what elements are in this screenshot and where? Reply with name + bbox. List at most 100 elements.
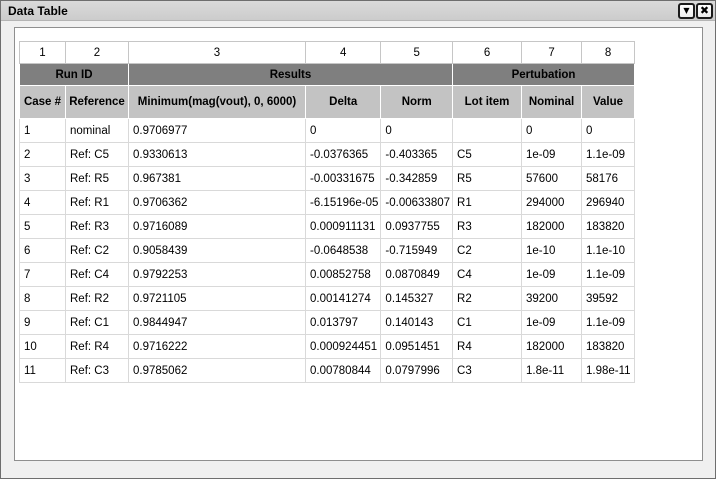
column-number-cell[interactable]: 6	[453, 42, 522, 64]
table-cell[interactable]: 11	[20, 359, 66, 383]
table-cell[interactable]: 182000	[522, 335, 582, 359]
table-cell[interactable]: Ref: R1	[66, 191, 129, 215]
table-cell[interactable]: 1e-09	[522, 143, 582, 167]
table-cell[interactable]: -0.342859	[381, 167, 453, 191]
table-cell[interactable]: R2	[453, 287, 522, 311]
table-cell[interactable]: 1e-10	[522, 239, 582, 263]
group-header-cell[interactable]: Pertubation	[453, 64, 635, 86]
table-cell[interactable]: -0.00633807	[381, 191, 453, 215]
column-number-cell[interactable]: 5	[381, 42, 453, 64]
table-cell[interactable]: 0.0797996	[381, 359, 453, 383]
table-cell[interactable]: 0.145327	[381, 287, 453, 311]
column-number-cell[interactable]: 1	[20, 42, 66, 64]
table-cell[interactable]: 1.1e-09	[582, 263, 635, 287]
table-cell[interactable]: Ref: R2	[66, 287, 129, 311]
table-cell[interactable]: 5	[20, 215, 66, 239]
table-cell[interactable]: -0.715949	[381, 239, 453, 263]
table-row[interactable]: 1nominal0.97069770000	[20, 119, 635, 143]
table-cell[interactable]: 9	[20, 311, 66, 335]
column-header-cell[interactable]: Nominal	[522, 86, 582, 119]
table-cell[interactable]: 57600	[522, 167, 582, 191]
table-cell[interactable]: 0.000924451	[306, 335, 381, 359]
table-cell[interactable]: 0.9706362	[129, 191, 306, 215]
table-cell[interactable]: 0.9785062	[129, 359, 306, 383]
table-cell[interactable]: nominal	[66, 119, 129, 143]
group-header-cell[interactable]: Run ID	[20, 64, 129, 86]
table-cell[interactable]: 1.1e-10	[582, 239, 635, 263]
table-cell[interactable]: 0.9844947	[129, 311, 306, 335]
table-cell[interactable]: Ref: C4	[66, 263, 129, 287]
table-cell[interactable]: Ref: C1	[66, 311, 129, 335]
table-cell[interactable]: -6.15196e-05	[306, 191, 381, 215]
table-cell[interactable]: 39200	[522, 287, 582, 311]
table-row[interactable]: 5Ref: R30.97160890.0009111310.0937755R31…	[20, 215, 635, 239]
table-cell[interactable]: 0.00141274	[306, 287, 381, 311]
table-cell[interactable]: 3	[20, 167, 66, 191]
table-cell[interactable]: 0.9330613	[129, 143, 306, 167]
column-number-cell[interactable]: 7	[522, 42, 582, 64]
table-cell[interactable]: 0.000911131	[306, 215, 381, 239]
table-cell[interactable]: Ref: R5	[66, 167, 129, 191]
table-cell[interactable]: 7	[20, 263, 66, 287]
table-cell[interactable]: R5	[453, 167, 522, 191]
table-row[interactable]: 4Ref: R10.9706362-6.15196e-05-0.00633807…	[20, 191, 635, 215]
table-cell[interactable]: 0.9792253	[129, 263, 306, 287]
column-number-cell[interactable]: 4	[306, 42, 381, 64]
table-cell[interactable]: 0	[306, 119, 381, 143]
column-header-cell[interactable]: Minimum(mag(vout), 0, 6000)	[129, 86, 306, 119]
table-cell[interactable]: 1.8e-11	[522, 359, 582, 383]
group-header-cell[interactable]: Results	[129, 64, 453, 86]
table-cell[interactable]: 0.9058439	[129, 239, 306, 263]
table-cell[interactable]	[453, 119, 522, 143]
table-row[interactable]: 7Ref: C40.97922530.008527580.0870849C41e…	[20, 263, 635, 287]
table-cell[interactable]: Ref: C3	[66, 359, 129, 383]
column-header-cell[interactable]: Value	[582, 86, 635, 119]
table-cell[interactable]: C4	[453, 263, 522, 287]
table-cell[interactable]: 0.9716222	[129, 335, 306, 359]
table-cell[interactable]: 0	[522, 119, 582, 143]
table-cell[interactable]: 296940	[582, 191, 635, 215]
table-cell[interactable]: -0.0376365	[306, 143, 381, 167]
table-cell[interactable]: R4	[453, 335, 522, 359]
table-cell[interactable]: -0.0648538	[306, 239, 381, 263]
table-cell[interactable]: 0.9716089	[129, 215, 306, 239]
table-cell[interactable]: 2	[20, 143, 66, 167]
table-cell[interactable]: 183820	[582, 335, 635, 359]
table-cell[interactable]: 0.0951451	[381, 335, 453, 359]
table-cell[interactable]: 0.013797	[306, 311, 381, 335]
table-cell[interactable]: R1	[453, 191, 522, 215]
table-cell[interactable]: 183820	[582, 215, 635, 239]
table-cell[interactable]: -0.403365	[381, 143, 453, 167]
column-header-cell[interactable]: Case #	[20, 86, 66, 119]
table-cell[interactable]: 10	[20, 335, 66, 359]
table-cell[interactable]: Ref: C5	[66, 143, 129, 167]
table-cell[interactable]: Ref: R4	[66, 335, 129, 359]
table-cell[interactable]: 0.967381	[129, 167, 306, 191]
table-row[interactable]: 8Ref: R20.97211050.001412740.145327R2392…	[20, 287, 635, 311]
column-number-cell[interactable]: 2	[66, 42, 129, 64]
table-cell[interactable]: 0	[381, 119, 453, 143]
table-cell[interactable]: 294000	[522, 191, 582, 215]
table-cell[interactable]: 182000	[522, 215, 582, 239]
table-cell[interactable]: Ref: C2	[66, 239, 129, 263]
table-row[interactable]: 11Ref: C30.97850620.007808440.0797996C31…	[20, 359, 635, 383]
column-header-cell[interactable]: Reference	[66, 86, 129, 119]
table-row[interactable]: 9Ref: C10.98449470.0137970.140143C11e-09…	[20, 311, 635, 335]
table-row[interactable]: 6Ref: C20.9058439-0.0648538-0.715949C21e…	[20, 239, 635, 263]
table-cell[interactable]: 6	[20, 239, 66, 263]
column-header-cell[interactable]: Lot item	[453, 86, 522, 119]
table-cell[interactable]: 0.0870849	[381, 263, 453, 287]
table-cell[interactable]: 1.98e-11	[582, 359, 635, 383]
collapse-button[interactable]: ▼	[678, 3, 695, 19]
table-cell[interactable]: 0.00780844	[306, 359, 381, 383]
window-titlebar[interactable]: Data Table ▼ ✖	[1, 1, 715, 21]
table-cell[interactable]: 1	[20, 119, 66, 143]
table-cell[interactable]: C1	[453, 311, 522, 335]
column-number-cell[interactable]: 3	[129, 42, 306, 64]
table-cell[interactable]: 58176	[582, 167, 635, 191]
table-cell[interactable]: 1.1e-09	[582, 143, 635, 167]
column-header-cell[interactable]: Delta	[306, 86, 381, 119]
table-cell[interactable]: 39592	[582, 287, 635, 311]
table-cell[interactable]: 0.9721105	[129, 287, 306, 311]
table-cell[interactable]: 1e-09	[522, 263, 582, 287]
